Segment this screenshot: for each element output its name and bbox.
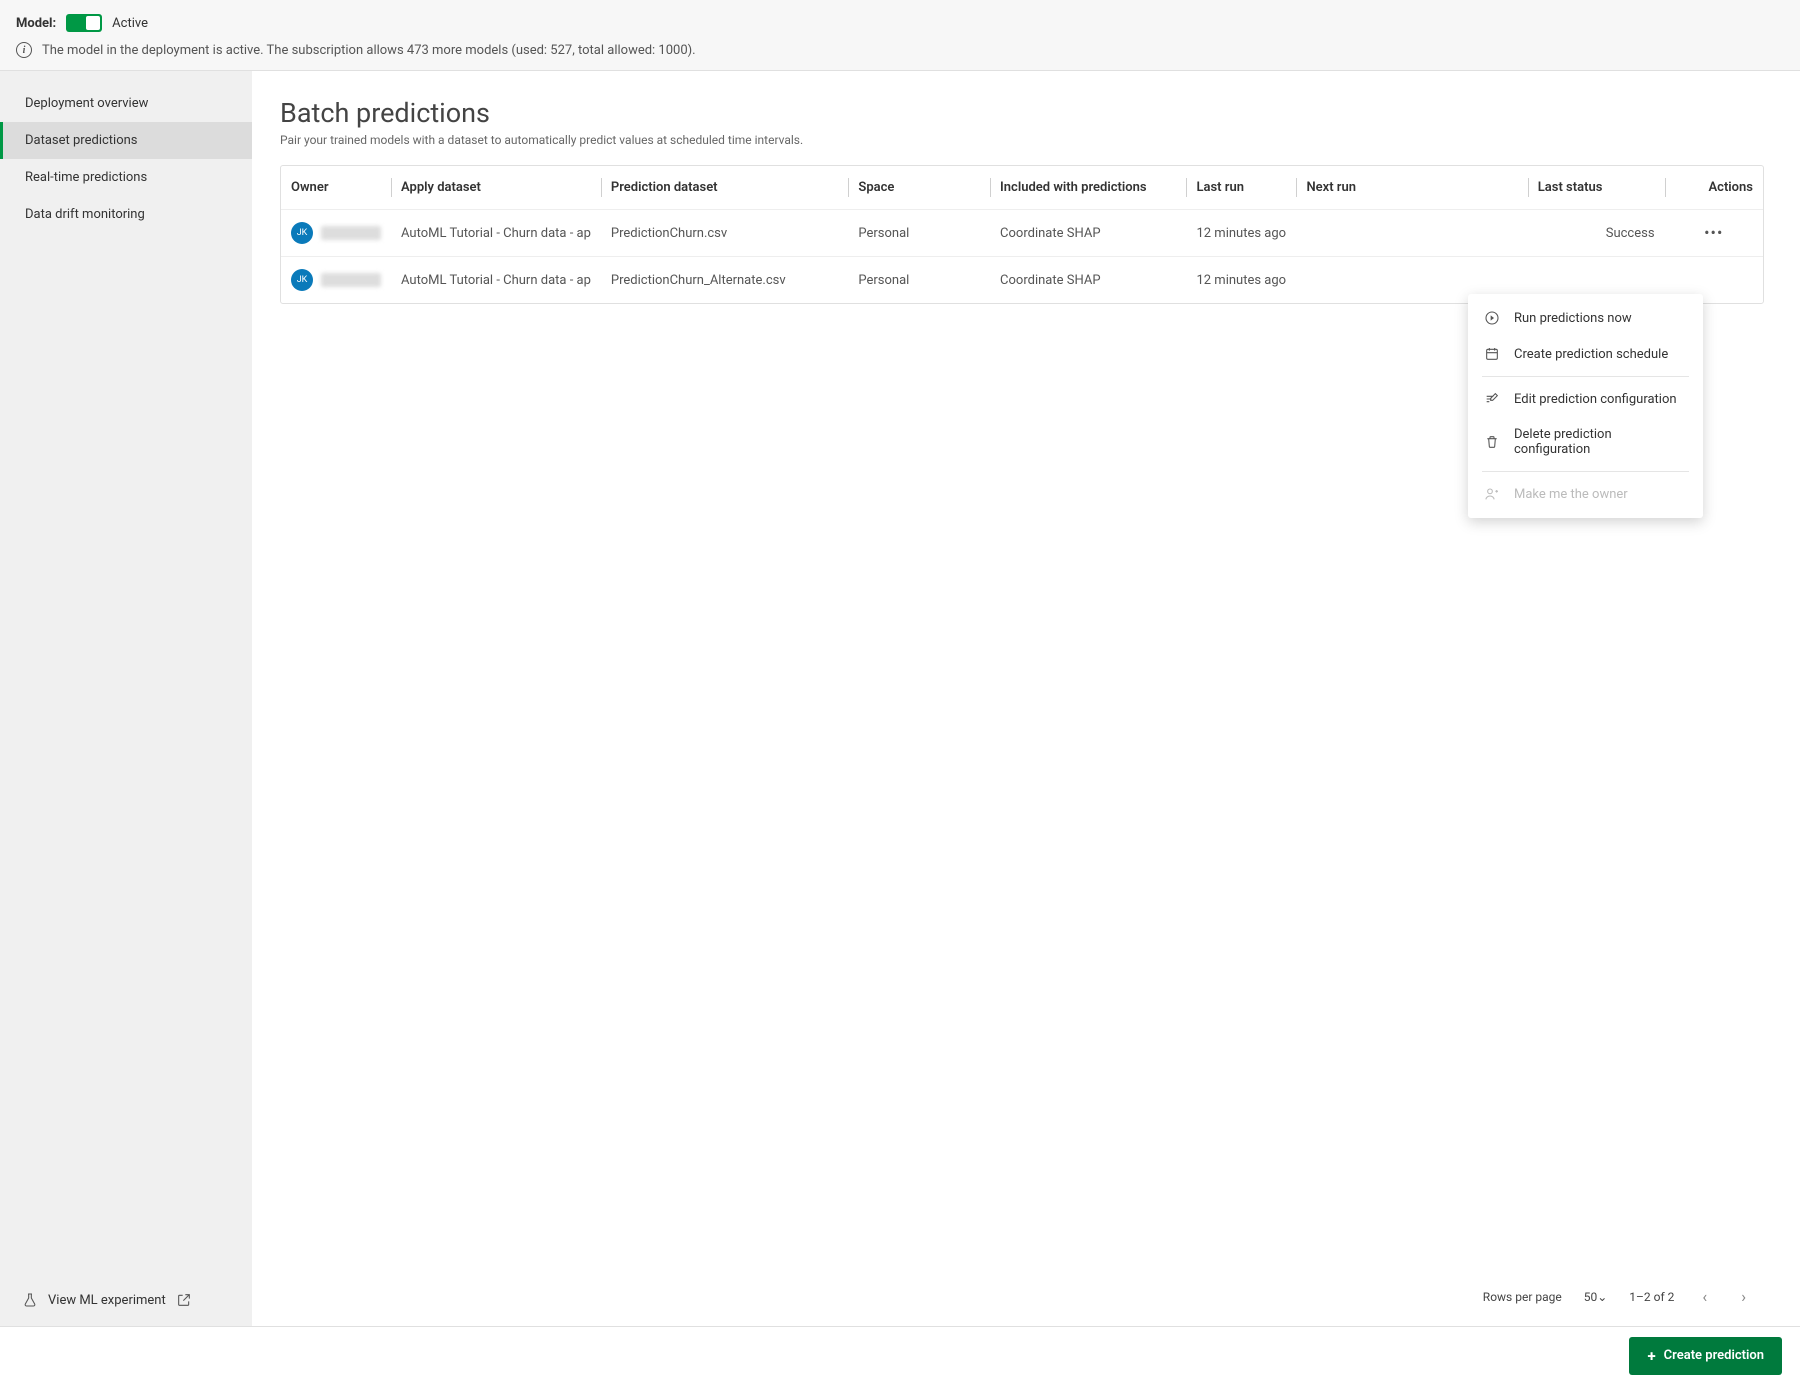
- model-toggle[interactable]: [66, 14, 102, 32]
- menu-separator: [1482, 376, 1689, 377]
- page-title: Batch predictions: [280, 97, 1764, 129]
- cell-owner: JK: [281, 257, 391, 304]
- cell-actions: •••: [1665, 210, 1763, 257]
- info-icon: i: [16, 42, 32, 58]
- col-actions: Actions: [1665, 166, 1763, 210]
- sidebar-item-realtime-predictions[interactable]: Real-time predictions: [0, 159, 252, 196]
- menu-make-owner-label: Make me the owner: [1514, 487, 1628, 502]
- main-content: Batch predictions Pair your trained mode…: [252, 71, 1800, 1326]
- edit-icon: [1484, 391, 1500, 407]
- trash-icon: [1484, 434, 1500, 450]
- col-last-status[interactable]: Last status: [1528, 166, 1665, 210]
- table-header-row: Owner Apply dataset Prediction dataset S…: [281, 166, 1763, 210]
- menu-run-predictions-now[interactable]: Run predictions now: [1468, 300, 1703, 336]
- cell-prediction-dataset: PredictionChurn.csv: [601, 210, 849, 257]
- menu-edit-config[interactable]: Edit prediction configuration: [1468, 381, 1703, 417]
- flask-icon: [22, 1292, 38, 1308]
- view-ml-experiment-label: View ML experiment: [48, 1293, 166, 1308]
- plus-icon: +: [1647, 1347, 1655, 1365]
- cell-next-run: [1296, 210, 1527, 257]
- menu-delete-config[interactable]: Delete prediction configuration: [1468, 417, 1703, 467]
- pagination-next[interactable]: ›: [1735, 1287, 1752, 1306]
- info-text: The model in the deployment is active. T…: [42, 43, 696, 58]
- cell-prediction-dataset: PredictionChurn_Alternate.csv: [601, 257, 849, 304]
- cell-included: Coordinate SHAP: [990, 257, 1186, 304]
- col-prediction-dataset[interactable]: Prediction dataset: [601, 166, 849, 210]
- rows-per-page-select[interactable]: 50⌄: [1584, 1290, 1608, 1304]
- table-row[interactable]: JK AutoML Tutorial - Churn data - ap Pre…: [281, 210, 1763, 257]
- col-included[interactable]: Included with predictions: [990, 166, 1186, 210]
- menu-edit-config-label: Edit prediction configuration: [1514, 392, 1677, 407]
- col-next-run[interactable]: Next run: [1296, 166, 1527, 210]
- user-icon: [1484, 486, 1500, 502]
- bottom-bar: + Create prediction: [0, 1326, 1800, 1384]
- pagination: Rows per page 50⌄ 1–2 of 2 ‹ ›: [280, 1267, 1764, 1326]
- sidebar-nav: Deployment overview Dataset predictions …: [0, 71, 252, 233]
- main-layout: Deployment overview Dataset predictions …: [0, 71, 1800, 1326]
- menu-make-owner: Make me the owner: [1468, 476, 1703, 512]
- cell-space: Personal: [848, 257, 990, 304]
- row-actions-menu: Run predictions now Create prediction sc…: [1468, 294, 1703, 518]
- top-header: Model: Active i The model in the deploym…: [0, 0, 1800, 71]
- pagination-prev[interactable]: ‹: [1696, 1287, 1713, 1306]
- predictions-table-wrap: Owner Apply dataset Prediction dataset S…: [280, 165, 1764, 304]
- col-space[interactable]: Space: [848, 166, 990, 210]
- cell-space: Personal: [848, 210, 990, 257]
- cell-last-run: 12 minutes ago: [1186, 257, 1296, 304]
- sidebar-item-data-drift-monitoring[interactable]: Data drift monitoring: [0, 196, 252, 233]
- info-row: i The model in the deployment is active.…: [16, 42, 1784, 58]
- cell-owner: JK: [281, 210, 391, 257]
- cell-last-run: 12 minutes ago: [1186, 210, 1296, 257]
- model-status-row: Model: Active: [16, 14, 1784, 32]
- owner-name-blurred: [321, 273, 381, 287]
- owner-name-blurred: [321, 226, 381, 240]
- menu-delete-config-label: Delete prediction configuration: [1514, 427, 1687, 457]
- cell-apply-dataset: AutoML Tutorial - Churn data - ap: [391, 257, 601, 304]
- model-label: Model:: [16, 16, 56, 31]
- model-status-text: Active: [112, 16, 148, 31]
- sidebar: Deployment overview Dataset predictions …: [0, 71, 252, 1326]
- predictions-table: Owner Apply dataset Prediction dataset S…: [281, 166, 1763, 303]
- sidebar-item-dataset-predictions[interactable]: Dataset predictions: [0, 122, 252, 159]
- sidebar-item-deployment-overview[interactable]: Deployment overview: [0, 85, 252, 122]
- menu-run-predictions-now-label: Run predictions now: [1514, 311, 1632, 326]
- avatar: JK: [291, 269, 313, 291]
- col-last-run[interactable]: Last run: [1186, 166, 1296, 210]
- menu-separator: [1482, 471, 1689, 472]
- create-prediction-label: Create prediction: [1664, 1348, 1764, 1363]
- calendar-icon: [1484, 346, 1500, 362]
- run-icon: [1484, 310, 1500, 326]
- chevron-down-icon: ⌄: [1597, 1290, 1607, 1304]
- page-subtitle: Pair your trained models with a dataset …: [280, 133, 1764, 147]
- cell-apply-dataset: AutoML Tutorial - Churn data - ap: [391, 210, 601, 257]
- pagination-range: 1–2 of 2: [1629, 1290, 1674, 1304]
- menu-create-schedule-label: Create prediction schedule: [1514, 347, 1668, 362]
- external-link-icon: [176, 1292, 192, 1308]
- rows-per-page-label: Rows per page: [1483, 1290, 1562, 1304]
- create-prediction-button[interactable]: + Create prediction: [1629, 1337, 1782, 1375]
- menu-create-schedule[interactable]: Create prediction schedule: [1468, 336, 1703, 372]
- cell-included: Coordinate SHAP: [990, 210, 1186, 257]
- col-apply-dataset[interactable]: Apply dataset: [391, 166, 601, 210]
- row-actions-button[interactable]: •••: [1704, 223, 1723, 242]
- view-ml-experiment-link[interactable]: View ML experiment: [0, 1274, 252, 1326]
- col-owner[interactable]: Owner: [281, 166, 391, 210]
- avatar: JK: [291, 222, 313, 244]
- cell-last-status: Success: [1528, 210, 1665, 257]
